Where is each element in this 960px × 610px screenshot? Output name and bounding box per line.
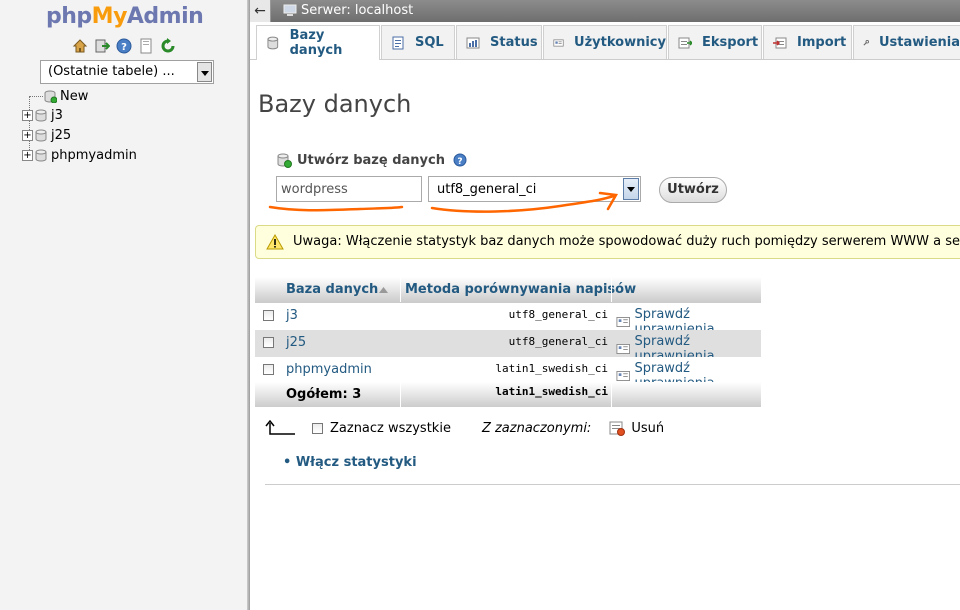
export-icon xyxy=(678,37,692,48)
divider xyxy=(265,484,960,485)
tab-import[interactable]: Import xyxy=(763,25,852,59)
database-icon xyxy=(35,149,47,161)
database-link[interactable]: j3 xyxy=(286,308,298,323)
tab-export[interactable]: Eksport xyxy=(668,25,762,59)
phpmyadmin-logo[interactable]: phpMyAdmin xyxy=(46,4,204,29)
bulk-actions: Zaznacz wszystkie Z zaznaczonymi: Usuń xyxy=(265,420,664,436)
server-icon xyxy=(283,4,297,16)
delete-icon xyxy=(609,421,626,436)
column-divider xyxy=(611,277,612,302)
page-title: Bazy danych xyxy=(258,90,412,118)
column-divider xyxy=(400,382,401,407)
nav-icon-bar: ? xyxy=(72,38,176,54)
create-database-heading: Utwórz bazę danych ? xyxy=(276,152,467,168)
tab-status[interactable]: Status xyxy=(456,25,542,59)
new-database-icon xyxy=(44,90,57,103)
expand-icon[interactable]: + xyxy=(22,129,33,141)
tab-settings[interactable]: Ustawienia xyxy=(853,25,960,59)
import-icon xyxy=(773,37,787,48)
nav-resizer[interactable] xyxy=(247,0,250,610)
main-tabs: Bazy danych SQL Status Użytkownicy Ekspo… xyxy=(250,25,960,60)
privileges-icon xyxy=(616,371,631,381)
chevron-down-icon xyxy=(623,178,639,200)
users-icon xyxy=(553,38,564,47)
warning-notice: Uwaga: Włączenie statystyk baz danych mo… xyxy=(255,225,960,259)
collation-select[interactable]: utf8_general_ci xyxy=(428,176,641,202)
navigation-panel: phpMyAdmin ? (Ostatnie tabele) ... New +… xyxy=(0,0,247,610)
logout-icon[interactable] xyxy=(94,38,111,54)
default-collation: latin1_swedish_ci xyxy=(495,385,608,398)
sql-icon xyxy=(392,36,404,49)
database-icon xyxy=(267,36,279,50)
status-icon xyxy=(466,37,480,48)
create-button[interactable]: Utwórz xyxy=(659,177,727,203)
total-count: Ogółem: 3 xyxy=(286,387,362,402)
enable-statistics-link[interactable]: • Włącz statystyki xyxy=(283,455,417,470)
breadcrumb-server[interactable]: Serwer: localhost xyxy=(283,3,413,18)
new-database-icon xyxy=(277,153,292,168)
help-icon[interactable]: ? xyxy=(453,153,467,167)
underline-annotation xyxy=(268,205,404,212)
svg-text:?: ? xyxy=(121,42,127,53)
column-divider xyxy=(611,382,612,407)
tree-item-j25[interactable]: + j25 xyxy=(22,126,71,144)
column-header-database[interactable]: Baza danych xyxy=(286,282,378,297)
recent-tables-select[interactable]: (Ostatnie tabele) ... xyxy=(40,60,214,84)
tab-users[interactable]: Użytkownicy xyxy=(543,25,667,59)
expand-icon[interactable]: + xyxy=(22,109,33,121)
delete-button[interactable]: Usuń xyxy=(631,421,664,436)
database-link[interactable]: phpmyadmin xyxy=(286,362,372,377)
column-divider xyxy=(400,277,401,302)
collation-value: utf8_general_ci xyxy=(508,335,608,348)
wrench-icon xyxy=(863,39,869,46)
column-header-collation: Metoda porównywania napisów xyxy=(405,282,637,297)
tree-item-j3[interactable]: + j3 xyxy=(22,106,63,124)
collation-value: latin1_swedish_ci xyxy=(495,362,608,375)
help-icon[interactable]: ? xyxy=(116,38,132,54)
database-name-input[interactable]: wordpress xyxy=(276,176,422,202)
warning-icon xyxy=(266,234,284,250)
database-icon xyxy=(35,129,47,141)
check-all-label[interactable]: Zaznacz wszystkie xyxy=(330,421,451,436)
documentation-icon[interactable] xyxy=(138,38,154,54)
home-icon[interactable] xyxy=(72,38,88,54)
row-checkbox[interactable] xyxy=(263,337,274,348)
with-selected-label: Z zaznaczonymi: xyxy=(481,420,592,436)
table-footer: Ogółem: 3 latin1_swedish_ci xyxy=(255,382,761,407)
tab-sql[interactable]: SQL xyxy=(381,25,455,59)
collation-value: utf8_general_ci xyxy=(508,308,608,321)
server-breadcrumb-bar: ← Serwer: localhost xyxy=(250,0,960,22)
svg-text:?: ? xyxy=(457,157,462,167)
tree-item-phpmyadmin[interactable]: + phpmyadmin xyxy=(22,146,137,164)
row-checkbox[interactable] xyxy=(263,310,274,321)
row-checkbox[interactable] xyxy=(263,364,274,375)
collapse-nav-button[interactable]: ← xyxy=(250,0,271,22)
check-all-checkbox[interactable] xyxy=(312,422,323,434)
tree-connector xyxy=(29,96,43,97)
chevron-down-icon xyxy=(197,62,212,82)
reload-icon[interactable] xyxy=(160,38,176,54)
table-row: j25 utf8_general_ci Sprawdź uprawnienia xyxy=(255,330,761,364)
privileges-icon xyxy=(616,317,631,327)
tab-databases[interactable]: Bazy danych xyxy=(256,25,380,60)
table-row: phpmyadmin latin1_swedish_ci Sprawdź upr… xyxy=(255,357,761,391)
arrow-ltr-icon xyxy=(265,420,295,435)
database-link[interactable]: j25 xyxy=(286,335,306,350)
sort-ascending-icon xyxy=(379,287,388,293)
table-row: j3 utf8_general_ci Sprawdź uprawnienia xyxy=(255,303,761,337)
tree-item-new[interactable]: New xyxy=(44,87,88,105)
table-header: Baza danych Metoda porównywania napisów xyxy=(255,277,761,303)
database-icon xyxy=(35,109,47,121)
expand-icon[interactable]: + xyxy=(22,149,33,161)
privileges-icon xyxy=(616,344,631,354)
